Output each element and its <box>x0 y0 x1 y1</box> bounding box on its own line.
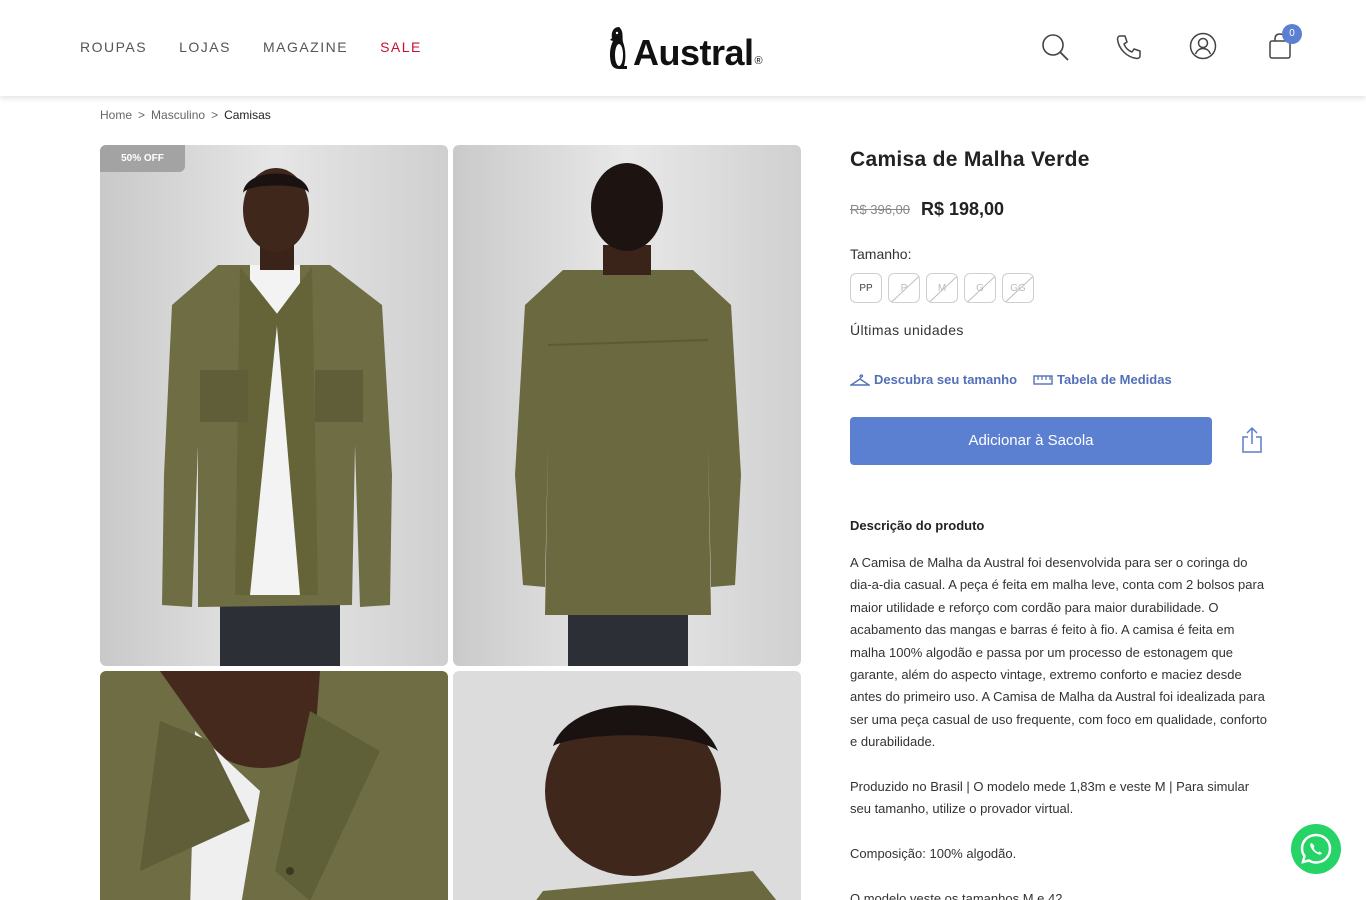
cart-count-badge: 0 <box>1282 24 1302 44</box>
whatsapp-button[interactable] <box>1291 824 1341 874</box>
product-image-back[interactable] <box>453 145 801 666</box>
site-header: ROUPAS LOJAS MAGAZINE SALE Austral ® 0 <box>0 0 1366 96</box>
breadcrumb-home[interactable]: Home <box>100 108 132 122</box>
breadcrumb-separator: > <box>211 108 219 122</box>
description-title: Descrição do produto <box>850 518 985 533</box>
size-option-pp[interactable]: PP <box>850 273 882 303</box>
phone-icon[interactable] <box>1115 33 1143 61</box>
size-option-gg[interactable]: GG <box>1002 273 1034 303</box>
size-label: Tamanho: <box>850 246 912 262</box>
product-description: A Camisa de Malha da Austral foi desenvo… <box>850 552 1270 900</box>
main-nav: ROUPAS LOJAS MAGAZINE SALE <box>80 39 422 55</box>
product-image-collar-detail[interactable] <box>100 671 448 900</box>
nav-roupas[interactable]: ROUPAS <box>80 39 147 55</box>
description-paragraph: A Camisa de Malha da Austral foi desenvo… <box>850 555 1267 750</box>
product-image-side-view[interactable] <box>453 671 801 900</box>
product-title: Camisa de Malha Verde <box>850 148 1090 171</box>
logo-registered-mark: ® <box>754 55 763 67</box>
description-paragraph: Composição: 100% algodão. <box>850 846 1017 862</box>
description-paragraph: O modelo veste os tamanhos M e 42. <box>850 891 1067 900</box>
breadcrumb-camisas: Camisas <box>224 108 271 122</box>
breadcrumb-masculino[interactable]: Masculino <box>151 108 205 122</box>
original-price: R$ 396,00 <box>850 202 910 217</box>
discover-size-label: Descubra seu tamanho <box>874 372 1018 387</box>
add-to-bag-button[interactable]: Adicionar à Sacola <box>850 417 1212 465</box>
size-help-links: Descubra seu tamanho Tabela de Medidas <box>850 372 1172 387</box>
breadcrumb: Home > Masculino > Camisas <box>100 108 271 122</box>
product-image-front[interactable] <box>100 145 448 666</box>
user-account-icon[interactable] <box>1189 32 1217 60</box>
size-chart-label: Tabela de Medidas <box>1057 372 1172 387</box>
nav-magazine[interactable]: MAGAZINE <box>263 39 348 55</box>
stock-note: Últimas unidades <box>850 322 964 338</box>
logo-text: Austral <box>633 32 754 73</box>
austral-logo[interactable]: Austral ® <box>607 25 763 71</box>
sale-price: R$ 198,00 <box>921 199 1005 219</box>
nav-sale[interactable]: SALE <box>380 39 422 55</box>
description-paragraph: Produzido no Brasil | O modelo mede 1,83… <box>850 779 1250 817</box>
size-option-g[interactable]: G <box>964 273 996 303</box>
search-icon[interactable] <box>1040 32 1070 62</box>
discover-size-link[interactable]: Descubra seu tamanho <box>850 372 1017 387</box>
whatsapp-icon <box>1300 833 1332 864</box>
discount-badge: 50% OFF <box>100 145 185 172</box>
breadcrumb-separator: > <box>138 108 146 122</box>
hanger-icon <box>850 373 870 386</box>
size-option-m[interactable]: M <box>926 273 958 303</box>
size-option-p[interactable]: P <box>888 273 920 303</box>
size-selector: PP P M G GG <box>850 273 1034 303</box>
nav-lojas[interactable]: LOJAS <box>179 39 231 55</box>
size-chart-link[interactable]: Tabela de Medidas <box>1033 372 1172 387</box>
penguin-logo-icon <box>609 27 627 69</box>
share-icon[interactable] <box>1240 426 1264 454</box>
ruler-icon <box>1033 374 1053 385</box>
